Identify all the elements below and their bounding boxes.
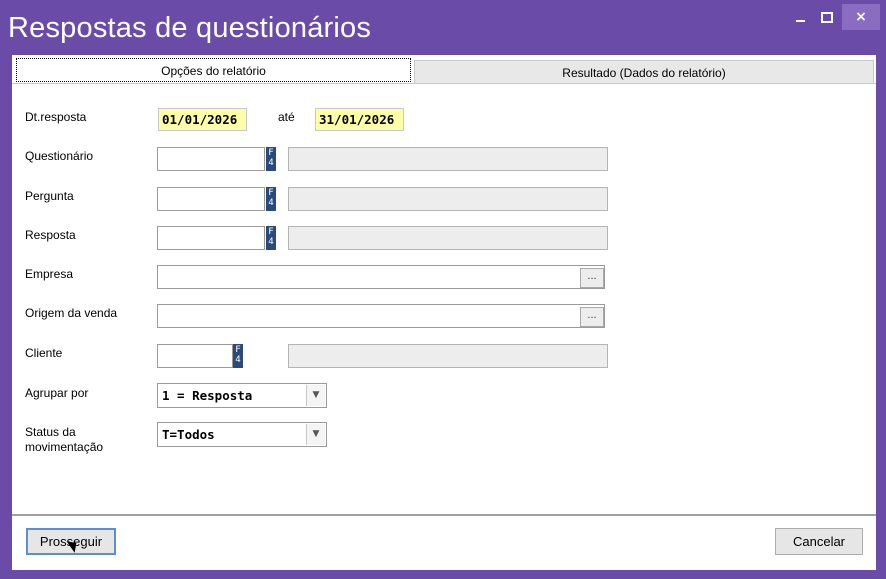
chevron-down-icon[interactable]: ▼ — [306, 424, 325, 445]
empresa-lookup-button[interactable]: ... — [580, 268, 604, 288]
options-panel: Dt.resposta 01/01/2026 até 31/01/2026 Qu… — [12, 83, 876, 512]
pergunta-label: Pergunta — [25, 189, 74, 203]
resposta-f4-lookup-icon[interactable]: F4 — [266, 226, 276, 250]
agrupar-por-select[interactable]: 1 = Resposta ▼ — [157, 383, 327, 408]
origem-venda-label: Origem da venda — [25, 306, 118, 320]
dialog-client-area: Opções do relatório Resultado (Dados do … — [12, 55, 876, 570]
resposta-code-input[interactable] — [157, 226, 265, 250]
status-movimentacao-label: Status da movimentação — [25, 425, 104, 454]
tab-report-options[interactable]: Opções do relatório — [16, 58, 411, 82]
resposta-description-field — [288, 226, 608, 250]
pergunta-code-input[interactable] — [157, 187, 265, 211]
pergunta-f4-lookup-icon[interactable]: F4 — [266, 187, 276, 211]
resposta-label: Resposta — [25, 228, 76, 242]
empresa-input[interactable] — [157, 265, 605, 289]
questionario-code-input[interactable] — [157, 147, 265, 171]
cliente-label: Cliente — [25, 346, 63, 360]
chevron-down-icon[interactable]: ▼ — [306, 385, 325, 406]
minimize-icon — [795, 20, 805, 22]
origem-venda-lookup-button[interactable]: ... — [580, 307, 604, 327]
empresa-label: Empresa — [25, 267, 74, 281]
status-movimentacao-select[interactable]: T=Todos ▼ — [157, 422, 327, 447]
dt-resposta-label: Dt.resposta — [25, 110, 87, 124]
window-title: Respostas de questionários — [8, 12, 372, 44]
agrupar-por-label: Agrupar por — [25, 386, 89, 400]
questionario-description-field — [288, 147, 608, 171]
status-movimentacao-value: T=Todos — [162, 427, 215, 442]
date-to-field[interactable]: 31/01/2026 — [315, 108, 404, 131]
close-button[interactable]: × — [842, 4, 880, 30]
close-icon: × — [855, 9, 867, 25]
footer-divider — [12, 514, 876, 516]
tab-report-result[interactable]: Resultado (Dados do relatório) — [414, 60, 874, 84]
dialog-window: Respostas de questionários × Opções do r… — [0, 0, 886, 579]
cliente-code-input[interactable] — [157, 344, 233, 368]
minimize-button[interactable] — [786, 4, 814, 30]
maximize-icon — [821, 12, 833, 23]
origem-venda-input[interactable] — [157, 304, 605, 328]
maximize-button[interactable] — [814, 4, 840, 30]
cliente-description-field — [288, 344, 608, 368]
cliente-f4-lookup-icon[interactable]: F4 — [233, 344, 243, 368]
date-from-field[interactable]: 01/01/2026 — [158, 108, 247, 131]
questionario-f4-lookup-icon[interactable]: F4 — [266, 147, 276, 171]
pergunta-description-field — [288, 187, 608, 211]
questionario-label: Questionário — [25, 149, 94, 163]
cancel-button[interactable]: Cancelar — [775, 528, 863, 555]
agrupar-por-value: 1 = Resposta — [162, 388, 253, 403]
date-until-label: até — [278, 110, 295, 124]
